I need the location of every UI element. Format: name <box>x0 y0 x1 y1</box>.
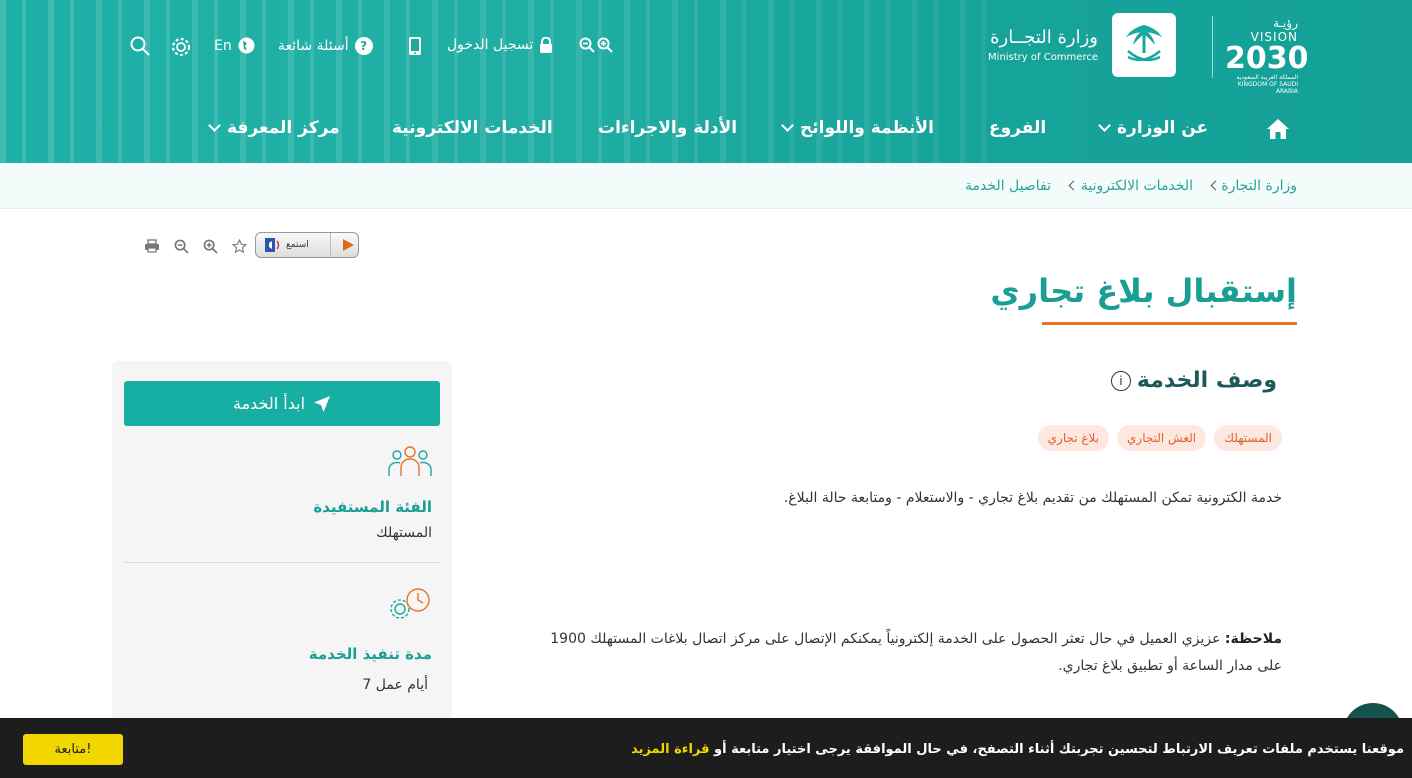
service-tags: المستهلك الغش التجاري بلاغ تجاري <box>1037 425 1282 451</box>
zoom-out-icon[interactable] <box>174 239 189 254</box>
nav-item-eservices[interactable]: الخدمات الالكترونية <box>392 118 553 138</box>
nav-label: الأنظمة واللوائح <box>800 118 934 138</box>
users-group-icon <box>388 446 432 476</box>
duration-value: 7 أيام عمل <box>362 677 428 693</box>
page-tools <box>144 234 247 258</box>
page-title: إستقبال بلاغ تجاري <box>990 272 1297 310</box>
info-icon: i <box>1110 370 1131 391</box>
chevron-down-icon <box>781 119 794 132</box>
nav-item-regulations[interactable]: الأنظمة واللوائح <box>781 118 934 138</box>
audience-title: الفئة المستفيدة <box>313 498 432 516</box>
header-topbar: En أسئلة شائعة ? تسجيل الدخول <box>0 34 1412 62</box>
nav-item-knowledge-center[interactable]: مركز المعرفة <box>208 118 340 138</box>
listen-label: استمع <box>286 240 309 250</box>
gear-clock-icon <box>390 588 430 619</box>
audience-value: المستهلك <box>376 525 432 541</box>
tag-commercial-report[interactable]: بلاغ تجاري <box>1037 425 1110 451</box>
start-service-button[interactable]: ابدأ الخدمة <box>124 381 440 426</box>
nav-label: عن الوزارة <box>1117 118 1209 138</box>
nav-item-guides[interactable]: الأدلة والاجراءات <box>598 118 737 138</box>
start-service-label: ابدأ الخدمة <box>232 394 306 413</box>
cookie-text: موقعنا يستخدم ملفات تعريف الارتباط لتحسي… <box>709 742 1404 757</box>
service-sidebar: ابدأ الخدمة الفئة المستفيدة المستهلك مدة… <box>112 361 452 759</box>
question-circle-icon: ? <box>354 37 373 55</box>
title-underline <box>1042 322 1297 325</box>
lock-icon <box>540 37 553 53</box>
send-arrow-icon <box>314 395 331 412</box>
globe-icon <box>238 37 255 54</box>
zoom-in-icon[interactable] <box>203 239 218 254</box>
breadcrumb-item-eservices[interactable]: الخدمات الالكترونية <box>1081 178 1193 194</box>
main-navigation: عن الوزارة الفروع الأنظمة واللوائح الأدل… <box>0 118 1412 150</box>
zoom-in-icon[interactable] <box>597 37 613 53</box>
sidebar-divider <box>124 562 440 563</box>
login-label: تسجيل الدخول <box>447 37 534 53</box>
login-link[interactable]: تسجيل الدخول <box>447 37 553 53</box>
font-size-controls <box>579 37 613 53</box>
gear-icon[interactable] <box>170 36 192 58</box>
chevron-down-icon <box>1098 119 1111 132</box>
zoom-out-icon[interactable] <box>579 37 595 53</box>
nav-item-about[interactable]: عن الوزارة <box>1098 118 1209 138</box>
note-label: ملاحظة: <box>1224 631 1282 647</box>
nav-label: مركز المعرفة <box>227 118 340 138</box>
mobile-icon[interactable] <box>408 36 422 56</box>
tag-consumer[interactable]: المستهلك <box>1214 425 1282 451</box>
read-more-link[interactable]: قراءة المزيد <box>631 742 709 757</box>
vision-sub-text: المملكة العربية السعودية KINGDOM OF SAUD… <box>1236 74 1298 95</box>
listen-button[interactable]: استمع <box>255 232 359 258</box>
language-switch[interactable]: En <box>214 37 255 54</box>
cookie-banner: موقعنا يستخدم ملفات تعريف الارتباط لتحسي… <box>0 718 1412 778</box>
duration-title: مدة تنفيذ الخدمة <box>308 645 432 663</box>
breadcrumb-item-service-details: تفاصيل الخدمة <box>965 178 1051 194</box>
breadcrumb-item-ministry[interactable]: وزارة التجارة <box>1221 178 1297 194</box>
service-description: خدمة الكترونية تمكن المستهلك من تقديم بل… <box>783 490 1282 506</box>
star-icon[interactable] <box>232 238 247 254</box>
note-text: عزيزي العميل في حال تعثر الحصول على الخد… <box>550 631 1282 674</box>
home-icon[interactable] <box>1266 118 1290 140</box>
tag-commercial-fraud[interactable]: الغش التجاري <box>1117 425 1207 451</box>
cookie-message: موقعنا يستخدم ملفات تعريف الارتباط لتحسي… <box>631 742 1404 757</box>
chevron-left-icon <box>1068 180 1079 191</box>
service-note: ملاحظة: عزيزي العميل في حال تعثر الحصول … <box>522 626 1282 680</box>
chevron-down-icon <box>208 119 221 132</box>
section-title: i وصف الخدمة <box>1110 368 1277 393</box>
chevron-left-icon <box>1210 180 1221 191</box>
language-label: En <box>214 37 232 54</box>
nav-label: الفروع <box>989 118 1047 138</box>
cookie-accept-button[interactable]: متابعة! <box>23 734 123 765</box>
faq-label: أسئلة شائعة <box>278 38 349 54</box>
nav-label: الأدلة والاجراءات <box>598 118 738 138</box>
speaker-icon <box>265 238 280 252</box>
listen-divider <box>330 233 331 257</box>
nav-item-branches[interactable]: الفروع <box>989 118 1046 138</box>
nav-label: الخدمات الالكترونية <box>392 118 553 138</box>
print-icon[interactable] <box>144 239 160 253</box>
search-icon[interactable] <box>130 36 150 56</box>
section-title-text: وصف الخدمة <box>1136 368 1277 393</box>
site-header: رؤيـة VISION 2030 المملكة العربية السعود… <box>0 0 1412 163</box>
breadcrumb: وزارة التجارة الخدمات الالكترونية تفاصيل… <box>0 163 1412 209</box>
faq-link[interactable]: أسئلة شائعة ? <box>278 37 373 55</box>
play-icon <box>343 239 354 251</box>
